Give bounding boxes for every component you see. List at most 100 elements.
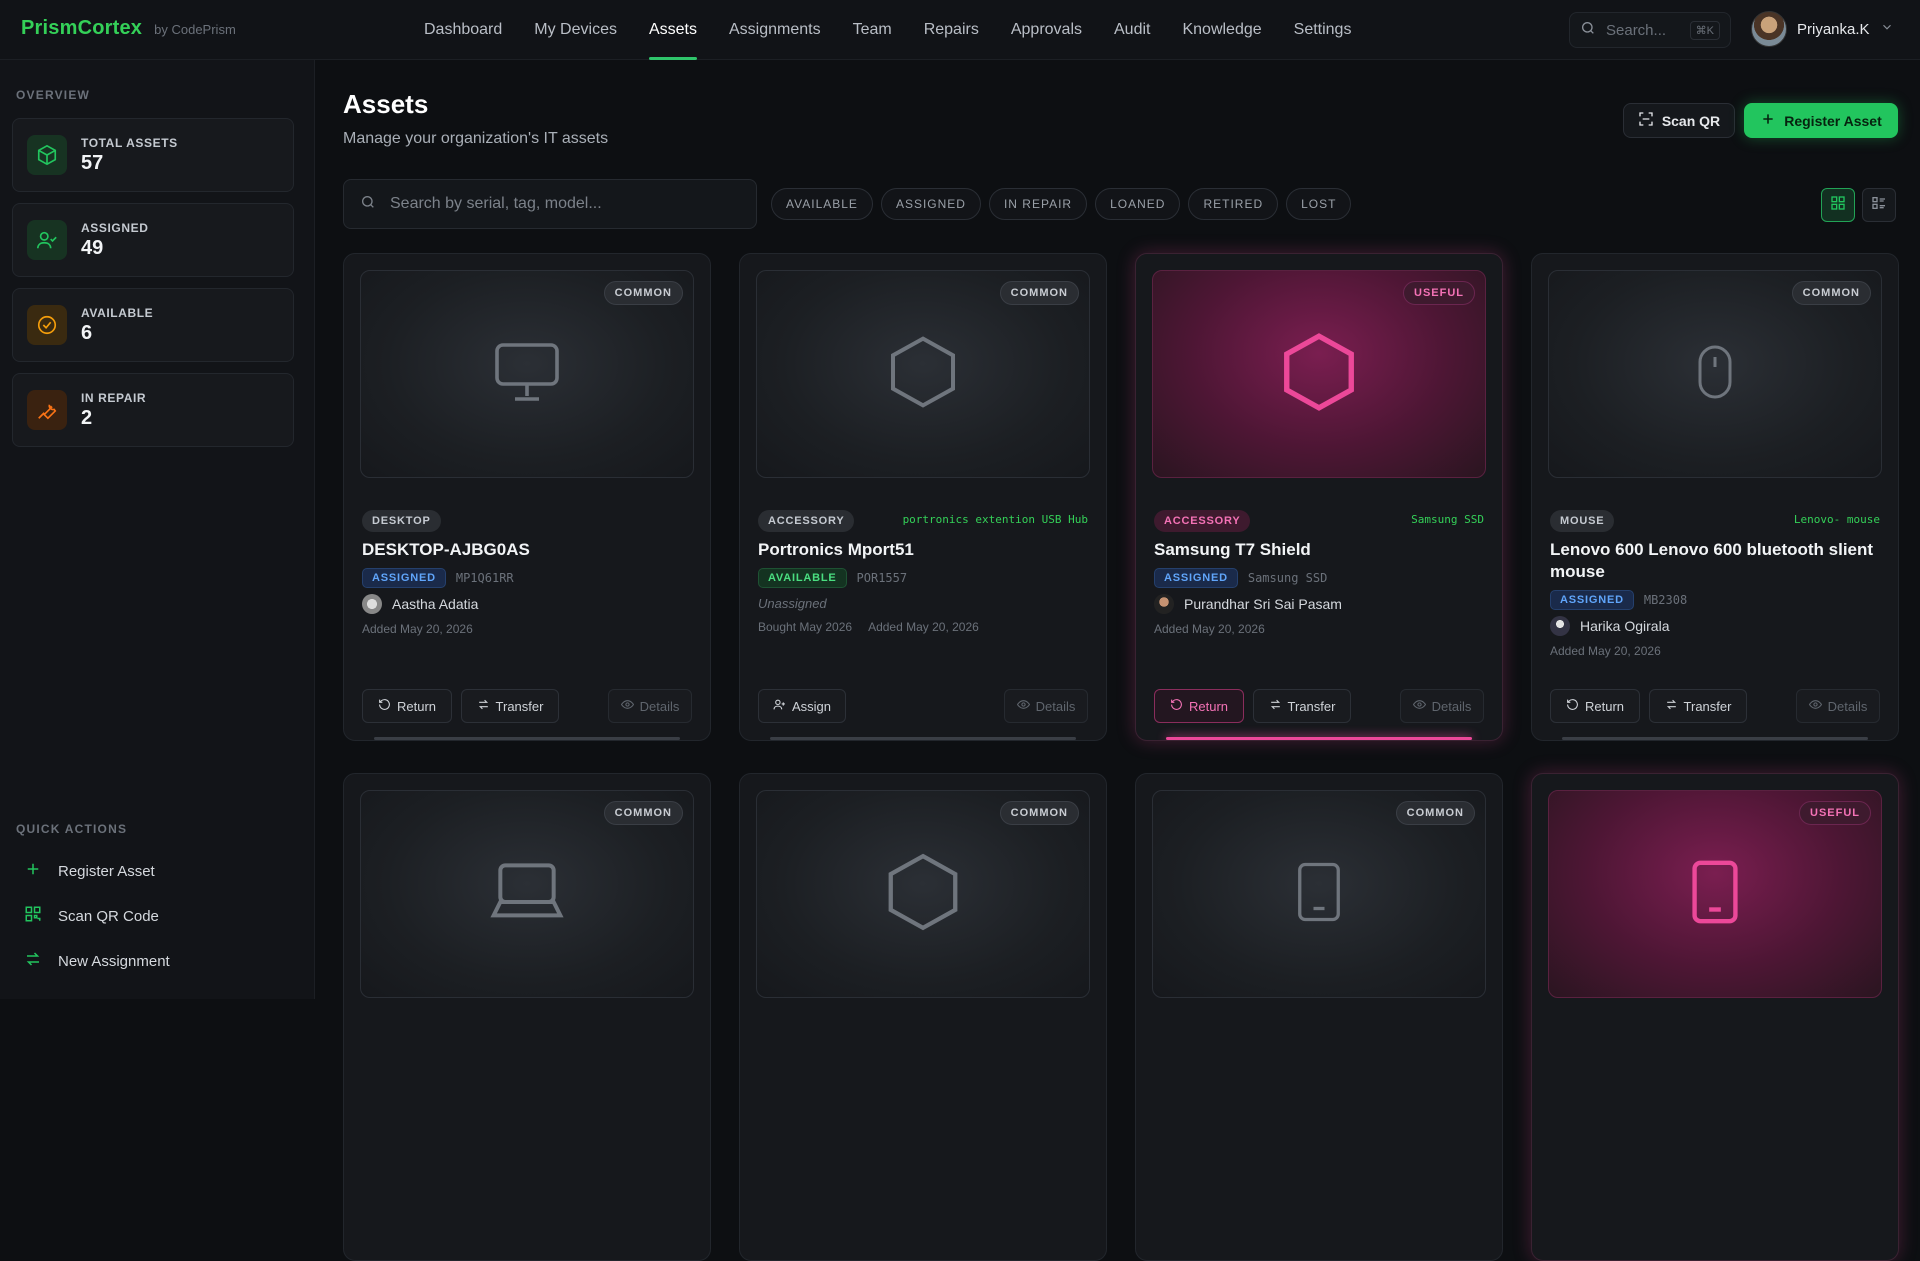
eye-icon bbox=[1016, 698, 1030, 714]
user-menu[interactable]: Priyanka.K bbox=[1751, 11, 1894, 47]
nav-settings[interactable]: Settings bbox=[1278, 0, 1368, 60]
asset-search-input[interactable]: Search by serial, tag, model... bbox=[343, 179, 757, 229]
swap-icon bbox=[1269, 698, 1282, 714]
quick-label: Scan QR Code bbox=[58, 907, 159, 925]
scan-icon bbox=[1638, 111, 1654, 130]
stat-label: ASSIGNED bbox=[81, 220, 149, 235]
nav-assignments[interactable]: Assignments bbox=[713, 0, 837, 60]
user-plus-icon bbox=[773, 698, 786, 714]
asset-card[interactable]: USEFUL bbox=[1531, 773, 1899, 1261]
eye-icon bbox=[1412, 698, 1426, 714]
stat-label: AVAILABLE bbox=[81, 305, 154, 320]
nav-team[interactable]: Team bbox=[837, 0, 908, 60]
search-shortcut: ⌘K bbox=[1689, 20, 1720, 40]
dates: Bought May 2026 Added May 20, 2026 bbox=[758, 620, 979, 634]
filter-loaned[interactable]: LOANED bbox=[1095, 188, 1181, 220]
filter-available[interactable]: AVAILABLE bbox=[771, 188, 873, 220]
quick-scan-qr[interactable]: Scan QR Code bbox=[24, 905, 159, 927]
details-button[interactable]: Details bbox=[1004, 689, 1088, 723]
register-asset-button[interactable]: Register Asset bbox=[1744, 103, 1898, 138]
rarity-badge: COMMON bbox=[999, 281, 1079, 305]
stat-total-assets[interactable]: TOTAL ASSETS 57 bbox=[12, 118, 294, 192]
details-button[interactable]: Details bbox=[1796, 689, 1880, 723]
asset-card[interactable]: COMMON bbox=[1135, 773, 1503, 1261]
nav-knowledge[interactable]: Knowledge bbox=[1166, 0, 1277, 60]
stat-assigned[interactable]: ASSIGNED 49 bbox=[12, 203, 294, 277]
nav-approvals[interactable]: Approvals bbox=[995, 0, 1098, 60]
grid-view-toggle[interactable] bbox=[1821, 188, 1855, 222]
laptop-icon bbox=[485, 852, 569, 937]
stat-available[interactable]: AVAILABLE 6 bbox=[12, 288, 294, 362]
filter-assigned[interactable]: ASSIGNED bbox=[880, 188, 981, 220]
owner[interactable]: Harika Ogirala bbox=[1550, 616, 1669, 636]
asset-card[interactable]: COMMON bbox=[739, 773, 1107, 1261]
sidebar: OVERVIEW TOTAL ASSETS 57 ASSIGNED 49 AVAIL… bbox=[0, 60, 315, 999]
list-view-toggle[interactable] bbox=[1862, 188, 1896, 222]
owner-name: Aastha Adatia bbox=[392, 596, 479, 612]
nav-my-devices[interactable]: My Devices bbox=[518, 0, 633, 60]
asset-card[interactable]: COMMON MOUSE Lenovo- mouse Lenovo 600 Le… bbox=[1531, 253, 1899, 741]
swap-icon bbox=[477, 698, 490, 714]
filter-retired[interactable]: RETIRED bbox=[1188, 188, 1279, 220]
asset-thumbnail: COMMON bbox=[1152, 790, 1486, 998]
hexagon-icon bbox=[883, 330, 963, 419]
owner[interactable]: Purandhar Sri Sai Pasam bbox=[1154, 594, 1342, 614]
nav-assets[interactable]: Assets bbox=[633, 0, 713, 60]
page-title: Assets bbox=[343, 89, 429, 119]
return-button[interactable]: Return bbox=[1550, 689, 1640, 723]
asset-name[interactable]: Lenovo 600 Lenovo 600 bluetooth slient m… bbox=[1550, 539, 1880, 583]
transfer-button[interactable]: Transfer bbox=[1649, 689, 1747, 723]
assign-button[interactable]: Assign bbox=[758, 689, 846, 723]
asset-card[interactable]: USEFUL ACCESSORY Samsung SSD Samsung T7 … bbox=[1135, 253, 1503, 741]
details-button[interactable]: Details bbox=[1400, 689, 1484, 723]
rarity-badge: COMMON bbox=[1395, 801, 1475, 825]
return-button[interactable]: Return bbox=[362, 689, 452, 723]
user-check-icon bbox=[27, 220, 67, 260]
stat-in-repair[interactable]: IN REPAIR 2 bbox=[12, 373, 294, 447]
transfer-button[interactable]: Transfer bbox=[461, 689, 559, 723]
category-badge: ACCESSORY bbox=[1154, 510, 1251, 532]
asset-name[interactable]: Portronics Mport51 bbox=[758, 539, 1088, 561]
filter-in-repair[interactable]: IN REPAIR bbox=[988, 188, 1088, 220]
asset-card[interactable]: COMMON ACCESSORY portronics extention US… bbox=[739, 253, 1107, 741]
page-subtitle: Manage your organization's IT assets bbox=[343, 130, 609, 147]
plus-icon bbox=[24, 860, 42, 882]
serial-number: POR1557 bbox=[856, 571, 908, 585]
nav-audit[interactable]: Audit bbox=[1098, 0, 1166, 60]
asset-card[interactable]: COMMON DESKTOP DESKTOP-AJBG0AS ASSIGNED … bbox=[343, 253, 711, 741]
asset-card[interactable]: COMMON bbox=[343, 773, 711, 1261]
status-badge: ASSIGNED bbox=[1550, 590, 1634, 610]
avatar bbox=[362, 594, 382, 614]
scan-qr-button[interactable]: Scan QR bbox=[1623, 103, 1735, 138]
status-filters: AVAILABLE ASSIGNED IN REPAIR LOANED RETI… bbox=[771, 188, 1352, 220]
details-button[interactable]: Details bbox=[608, 689, 692, 723]
transfer-button[interactable]: Transfer bbox=[1253, 689, 1351, 723]
status-row: ASSIGNED MB2308 bbox=[1550, 590, 1687, 610]
transfer-label: Transfer bbox=[1287, 698, 1336, 714]
nav-dashboard[interactable]: Dashboard bbox=[408, 0, 518, 60]
owner[interactable]: Aastha Adatia bbox=[362, 594, 478, 614]
asset-name[interactable]: DESKTOP-AJBG0AS bbox=[362, 539, 692, 561]
quick-register-asset[interactable]: Register Asset bbox=[24, 860, 155, 882]
avatar bbox=[1154, 594, 1174, 614]
register-asset-label: Register Asset bbox=[1784, 112, 1882, 129]
owner-unassigned: Unassigned bbox=[758, 596, 827, 611]
rarity-badge: COMMON bbox=[603, 801, 683, 825]
tablet-icon bbox=[1680, 846, 1750, 943]
nav-repairs[interactable]: Repairs bbox=[908, 0, 995, 60]
rarity-badge: COMMON bbox=[999, 801, 1079, 825]
global-search[interactable]: Search... ⌘K bbox=[1569, 12, 1731, 48]
main-content: Assets Manage your organization's IT ass… bbox=[316, 60, 1920, 1261]
undo-icon bbox=[1566, 698, 1579, 714]
stat-value: 57 bbox=[81, 151, 104, 174]
brand[interactable]: PrismCortex by CodePrism bbox=[21, 17, 236, 40]
return-button[interactable]: Return bbox=[1154, 689, 1244, 723]
asset-name[interactable]: Samsung T7 Shield bbox=[1154, 539, 1484, 561]
return-label: Return bbox=[1584, 698, 1625, 714]
filter-lost[interactable]: LOST bbox=[1286, 188, 1352, 220]
mouse-icon bbox=[1685, 327, 1745, 422]
top-navbar: PrismCortex by CodePrism Dashboard My De… bbox=[0, 0, 1920, 60]
cube-icon bbox=[27, 135, 67, 175]
eye-icon bbox=[1808, 698, 1822, 714]
quick-new-assignment[interactable]: New Assignment bbox=[24, 950, 170, 972]
